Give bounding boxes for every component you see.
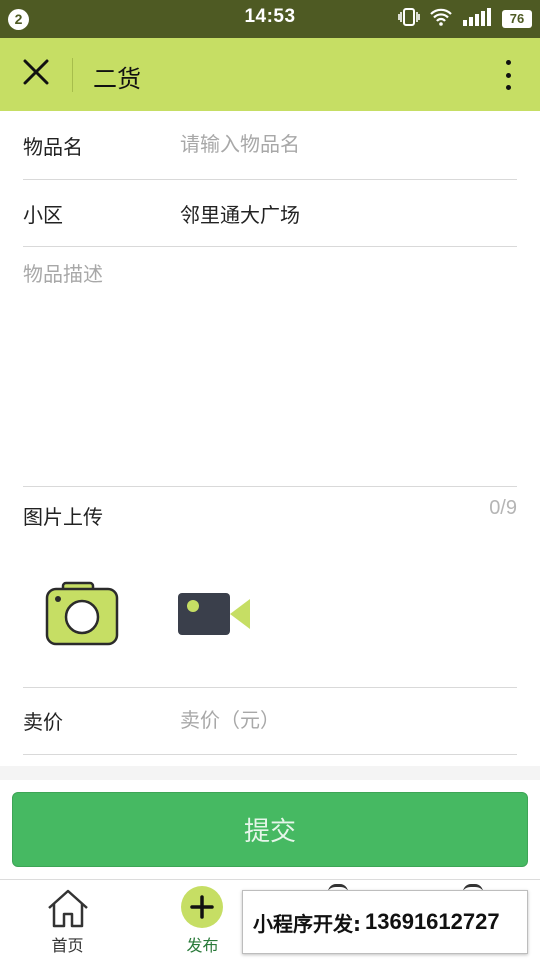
close-button[interactable] (14, 52, 58, 96)
community-value[interactable]: 邻里通大广场 (180, 199, 300, 228)
submit-button[interactable]: 提交 (12, 792, 528, 867)
page-title: 二货 (93, 65, 141, 93)
more-menu-button[interactable] (498, 56, 518, 94)
plus-icon (181, 886, 223, 928)
upload-video-button[interactable] (176, 591, 252, 637)
item-name-label: 物品名 (23, 135, 83, 159)
close-icon (23, 59, 49, 89)
wifi-icon (430, 8, 452, 30)
more-vertical-icon-dot (505, 85, 511, 90)
more-vertical-icon-dot (505, 72, 511, 78)
community-row[interactable]: 小区 邻里通大广场 (0, 179, 540, 247)
watermark-banner: 小程序开发: 13691612727 (242, 890, 528, 954)
watermark-phone: 13691612727 (365, 909, 500, 934)
battery-indicator: 76 (502, 10, 532, 28)
app-header: 二货 (0, 38, 540, 111)
price-label: 卖价 (23, 710, 63, 734)
tab-home[interactable]: 首页 (0, 880, 135, 960)
upload-count: 0/9 (489, 497, 517, 519)
status-bar: 2 14:53 76 (0, 0, 540, 38)
video-camera-icon (176, 593, 252, 641)
home-icon (46, 888, 90, 928)
divider (23, 486, 517, 487)
community-label: 小区 (23, 203, 63, 227)
upload-photo-button[interactable] (44, 577, 120, 647)
section-spacer (0, 766, 540, 780)
header-divider (72, 58, 73, 92)
vibrate-icon (398, 7, 420, 31)
description-textarea[interactable] (23, 258, 517, 478)
divider (23, 246, 517, 247)
price-input[interactable] (180, 703, 510, 737)
tab-home-label: 首页 (51, 936, 84, 955)
item-name-input[interactable] (180, 127, 510, 161)
watermark-prefix: 小程序开发: (253, 911, 361, 936)
status-icons: 76 (398, 8, 532, 30)
price-row: 卖价 (0, 687, 540, 755)
signal-icon (462, 8, 492, 30)
divider (23, 754, 517, 755)
more-vertical-icon-dot (505, 60, 511, 65)
camera-icon (44, 581, 120, 651)
upload-label: 图片上传 (23, 505, 103, 529)
item-name-row: 物品名 (0, 111, 540, 179)
